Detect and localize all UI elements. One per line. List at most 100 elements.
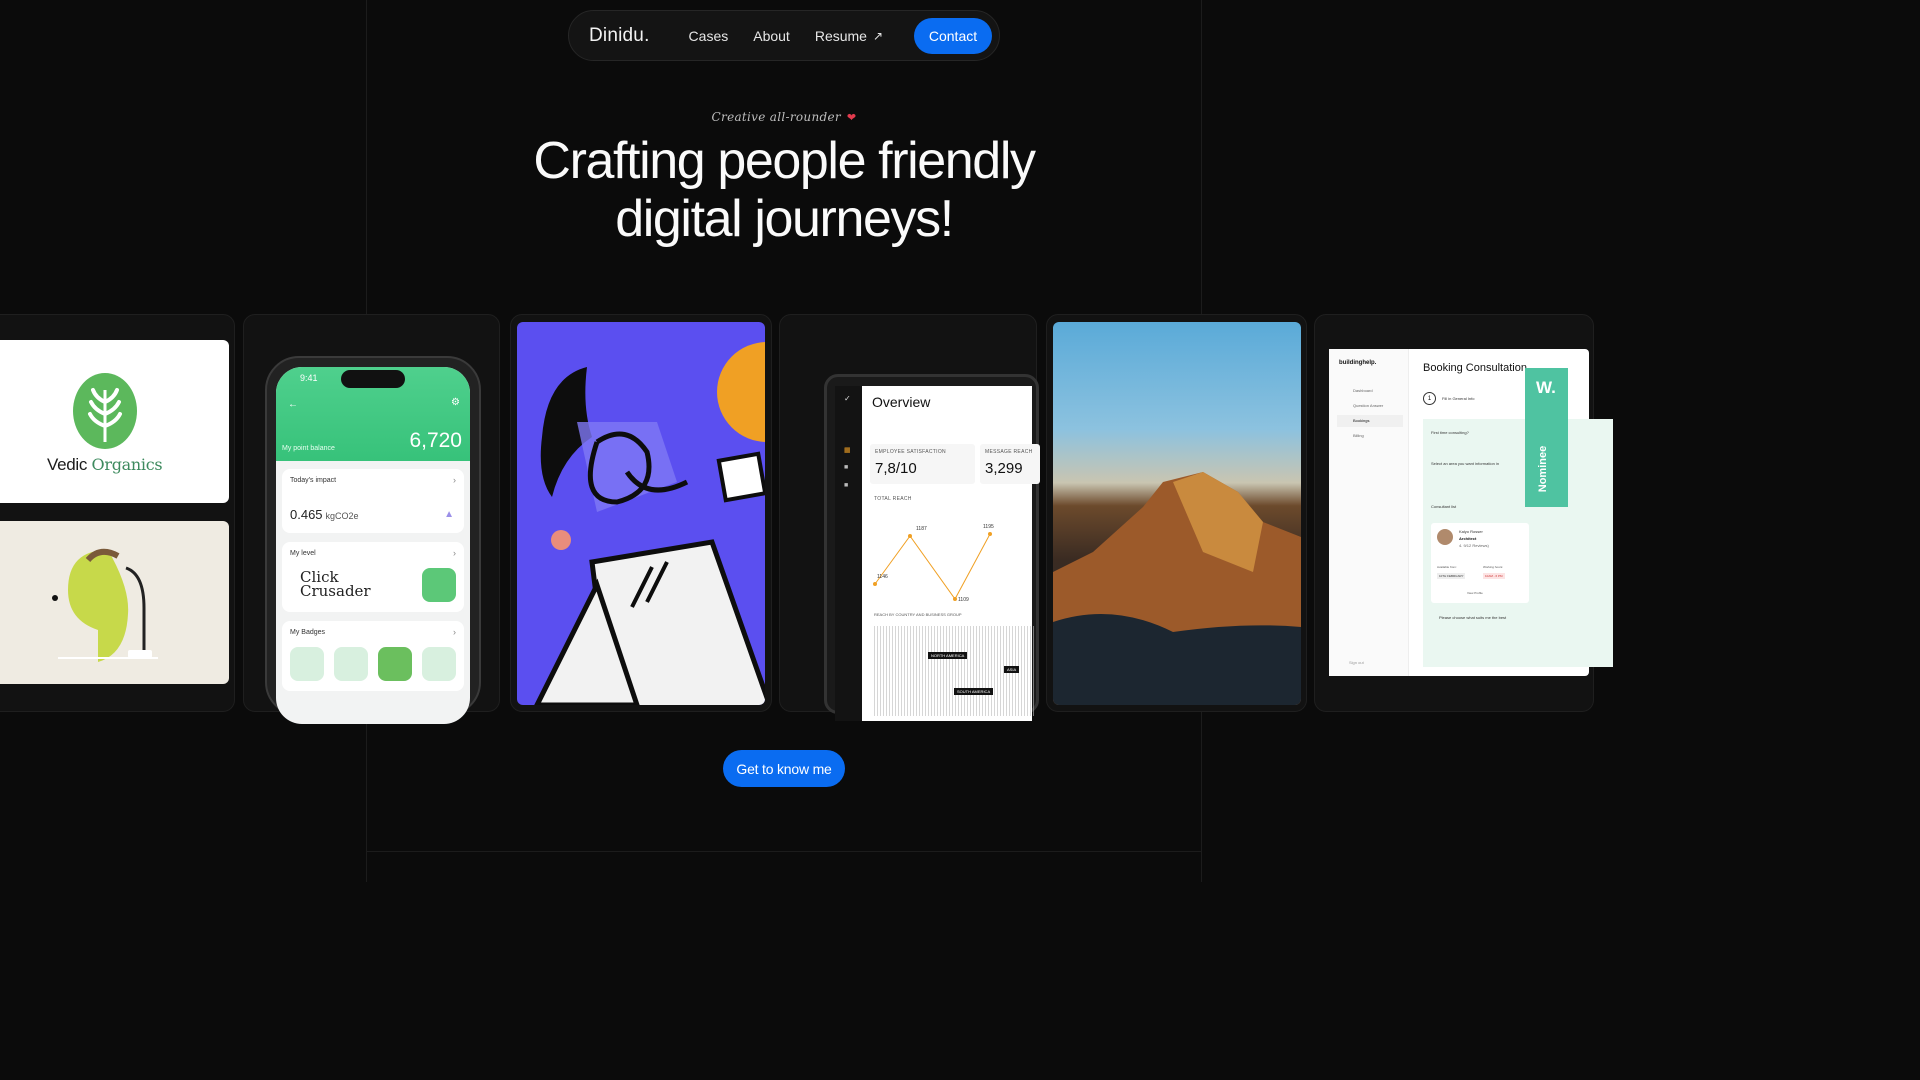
data-label: 1109 [958,597,969,603]
map-label: REACH BY COUNTRY AND BUSINESS GROUP [874,612,962,617]
map-tag: NORTH AMERICA [928,652,968,659]
data-label: 1146 [877,574,888,580]
field-label: Available from: [1437,565,1457,569]
badge-icon [422,647,456,681]
nav-link-resume[interactable]: Resume ↗ [815,28,883,44]
brand-swoosh-icon: ✓ [844,394,851,403]
nominee-badge[interactable]: W. Nominee [1525,368,1568,507]
level-line: Crusader [300,582,371,600]
field-value: 10AM - 6 PM [1483,573,1505,579]
leaf-logo-icon [73,373,137,449]
badge-icon [334,647,368,681]
abstract-illustration [534,342,765,705]
sidebar-item[interactable]: Bookings [1353,418,1369,423]
card-label: My Badges [290,629,326,636]
nominee-logo: W. [1536,378,1556,397]
dashboard-sidebar: ✓ ▦ ■ ■ [835,386,862,721]
case-card-illustration[interactable] [510,314,772,712]
get-to-know-me-button[interactable]: Get to know me [723,750,845,787]
chevron-right-icon: › [453,548,456,558]
point-balance: 6,720 [409,429,462,452]
sign-out-link[interactable]: Sign out [1349,660,1364,665]
badge-icon [290,647,324,681]
dashboard-title: Overview [872,394,931,410]
stat-label: MESSAGE REACH [985,449,1033,455]
chevron-right-icon: › [453,475,456,485]
grid-line [366,851,1202,852]
booking-sidebar: buildinghelp. Dashboard Question Answer … [1329,349,1409,676]
badges-card[interactable]: My Badges › [282,621,464,691]
settings-icon[interactable]: ⚙ [451,397,460,408]
level-card[interactable]: My level › Click Crusader [282,542,464,612]
avatar [1437,529,1453,545]
lamp-product-illustration [52,548,158,662]
heart-icon: ❤ [846,111,857,124]
tagline-text: Creative all-rounder [711,110,841,124]
map-tag: SOUTH AMERICA [954,688,994,695]
grid-icon[interactable]: ▦ [844,446,851,454]
value-unit: kgCO2e [325,511,359,521]
nominee-label: Nominee [1537,445,1549,493]
impact-card[interactable]: Today's impact › 0.465 kgCO2e ▲ [282,469,464,533]
level-name: Click Crusader [300,570,371,600]
consultant-reviews: 4. 9/12 Reviews) [1459,543,1489,548]
mountain-icon: ▲ [444,509,454,520]
illustration-panel [517,322,765,705]
sidebar-active-bg [1337,415,1403,427]
nav-link-label: Resume [814,27,867,44]
status-time: 9:41 [300,373,318,383]
site-logo[interactable]: Dinidu. [589,25,650,47]
impact-value: 0.465 kgCO2e [290,507,359,522]
hero-tagline: Creative all-rounder ❤ [0,110,1568,124]
external-arrow-icon: ↗ [872,28,884,43]
nav-link-about[interactable]: About [753,28,790,44]
stat-value: 7,8/10 [875,460,917,477]
headline-line: Crafting people friendly [533,132,1036,190]
data-label: 1195 [983,524,994,530]
menu-icon[interactable]: ■ [844,482,848,489]
form-question: First time consulting? [1431,430,1469,435]
form-note: Please choose what suits me the best [1439,615,1507,620]
consultant-card[interactable]: Kalyo Rosser Architect 4. 9/12 Reviews) … [1431,523,1529,603]
value-number: 0.465 [290,507,323,522]
sidebar-item[interactable]: Billing [1353,433,1364,438]
nav-link-label: About [753,27,790,44]
map-tag: ASIA [1004,666,1020,673]
mountain-silhouette [1053,472,1301,705]
tablet-mockup: ✓ ▦ ■ ■ Overview EMPLOYEE SATISFACTION 7,… [824,374,1040,721]
dynamic-island [341,370,405,388]
list-label: Consultant list [1431,504,1457,509]
menu-icon[interactable]: ■ [844,464,848,471]
stat-label: EMPLOYEE SATISFACTION [875,449,946,455]
booking-brand: buildinghelp. [1339,360,1377,366]
data-label: 1187 [916,526,927,532]
form-question: Select an area you want information in [1431,461,1500,466]
sidebar-item[interactable]: Question Answer [1353,403,1383,408]
card-label: Today's impact [290,477,337,484]
step-label: Fill in General Info [1442,396,1475,401]
nav-link-label: Cases [688,27,729,44]
headline-line: digital journeys! [615,190,954,248]
consultant-name: Kalyo Rosser [1459,529,1483,534]
field-label: Working hours: [1483,565,1504,569]
mountain-photo [1053,322,1301,705]
back-arrow-icon[interactable]: ← [288,399,298,410]
badge-icon [378,647,412,681]
step-number: 1 [1423,392,1436,405]
view-profile-link[interactable]: View Profile [1467,591,1483,595]
contact-button[interactable]: Contact [914,17,992,54]
sidebar-item[interactable]: Dashboard [1353,388,1373,393]
phone-screen: 9:41 ← ⚙ My point balance 6,720 Today's … [276,367,470,724]
hero-headline: Crafting people friendly digital journey… [0,132,1568,248]
dashboard-screen: Overview EMPLOYEE SATISFACTION 7,8/10 MES… [862,386,1040,721]
stat-value: 3,299 [985,460,1023,477]
case-card-photography[interactable] [1046,314,1307,712]
vedic-wordmark: Vedic Organics [47,455,163,475]
booking-title: Booking Consultation [1423,362,1527,374]
stat-card: EMPLOYEE SATISFACTION 7,8/10 [870,444,975,484]
stat-card: MESSAGE REACH 3,299 [980,444,1040,484]
nav-link-cases[interactable]: Cases [689,28,729,44]
wordmark-part: Organics [91,455,163,474]
top-nav: Dinidu. Cases About Resume ↗ Contact [568,10,1000,61]
consultant-role: Architect [1459,536,1477,541]
